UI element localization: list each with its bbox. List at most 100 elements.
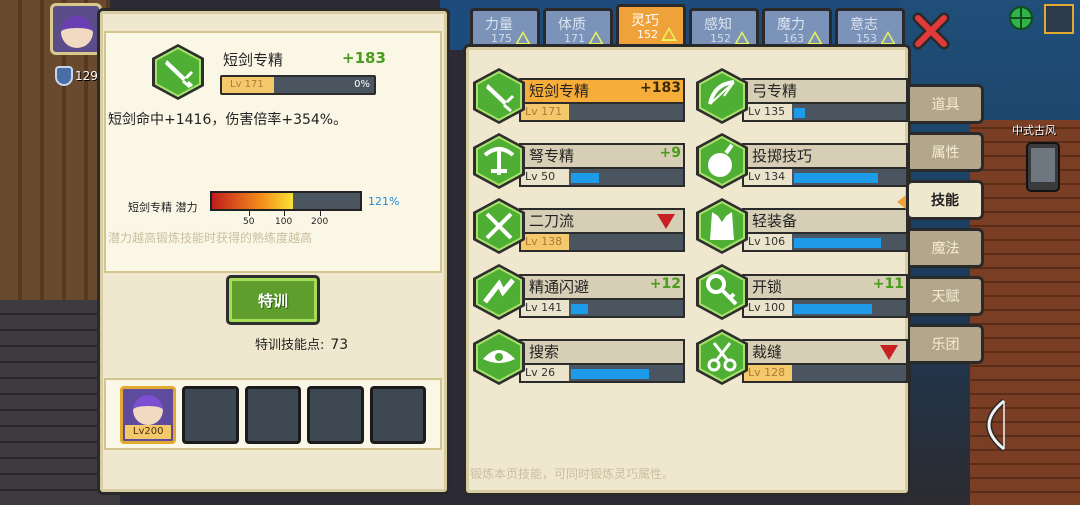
skill-bonus: +12 bbox=[649, 276, 681, 292]
skill-name: 轻装备 bbox=[752, 212, 798, 230]
menu-attributes[interactable]: 属性 bbox=[910, 132, 984, 172]
empty-slot[interactable] bbox=[182, 386, 239, 444]
dagger-icon bbox=[473, 68, 525, 124]
menu-band[interactable]: 乐团 bbox=[910, 324, 984, 364]
detail-progress-bar: Lv 171 0% bbox=[220, 75, 376, 95]
skill-name: 裁缝 bbox=[752, 343, 783, 361]
bow-icon bbox=[696, 68, 748, 124]
empty-slot[interactable] bbox=[307, 386, 364, 444]
network-icon[interactable] bbox=[1006, 4, 1036, 34]
tab-value: 152 bbox=[637, 28, 658, 41]
empty-slot[interactable] bbox=[369, 386, 427, 444]
menu-magic[interactable]: 魔法 bbox=[910, 228, 984, 268]
player-avatar[interactable] bbox=[50, 3, 102, 55]
skill-progress-bar: Lv 50 bbox=[519, 167, 685, 187]
skill-name: 短剑专精 bbox=[529, 82, 590, 100]
potential-note: 潜力越高锻炼技能时获得的熟练度越高 bbox=[108, 231, 313, 245]
tab-label: 力量 bbox=[485, 17, 513, 33]
skill-level: Lv 134 bbox=[744, 169, 792, 185]
skill-level: Lv 100 bbox=[744, 300, 792, 316]
key-icon bbox=[696, 264, 748, 320]
skill-name: 二刀流 bbox=[529, 212, 575, 230]
skill-item[interactable]: 投掷技巧 Lv 134 bbox=[694, 131, 910, 189]
character-portrait bbox=[133, 395, 163, 425]
character-slot[interactable]: Lv200 bbox=[120, 386, 177, 444]
character-level: Lv200 bbox=[125, 425, 172, 439]
side-menu: 道具 属性 技能 魔法 天赋 乐团 bbox=[897, 84, 984, 364]
menu-talent[interactable]: 天赋 bbox=[910, 276, 984, 316]
empty-slot[interactable] bbox=[244, 386, 302, 444]
skill-item[interactable]: 二刀流 Lv 138 bbox=[471, 196, 687, 254]
skill-level: Lv 141 bbox=[521, 300, 569, 316]
skill-name: 搜索 bbox=[529, 343, 560, 361]
down-arrow-icon bbox=[880, 345, 898, 360]
skill-progress-bar: Lv 106 bbox=[742, 232, 908, 252]
phone-icon[interactable] bbox=[1026, 142, 1060, 192]
skill-name: 精通闪避 bbox=[529, 278, 590, 296]
potential-tick: 200 bbox=[311, 211, 329, 227]
skill-level: Lv 171 bbox=[521, 104, 569, 120]
panel-footnote: 锻炼本页技能，可同时锻炼灵巧属性。 bbox=[470, 467, 675, 481]
skill-progress-fill bbox=[571, 369, 649, 379]
skill-progress-bar: Lv 134 bbox=[742, 167, 908, 187]
skill-progress-fill bbox=[571, 173, 599, 183]
skill-progress-bar: Lv 100 bbox=[742, 298, 908, 318]
menu-items[interactable]: 道具 bbox=[910, 84, 984, 124]
skill-item[interactable]: 弓专精 Lv 135 bbox=[694, 66, 910, 124]
dagger-icon bbox=[152, 44, 204, 100]
skill-progress-bar: Lv 135 bbox=[742, 102, 908, 122]
skill-progress-bar: Lv 138 bbox=[519, 232, 685, 252]
skill-bonus: +9 bbox=[659, 145, 681, 161]
skill-level: Lv 50 bbox=[521, 169, 569, 185]
up-arrow-icon bbox=[588, 31, 604, 45]
skill-item[interactable]: 开锁 +11 Lv 100 bbox=[694, 262, 910, 320]
bow-weapon-icon[interactable] bbox=[964, 395, 1024, 455]
skill-item[interactable]: 裁缝 Lv 128 bbox=[694, 327, 910, 385]
up-arrow-icon bbox=[880, 31, 896, 45]
skill-name: 弩专精 bbox=[529, 147, 575, 165]
skill-progress-fill bbox=[794, 173, 878, 183]
up-arrow-icon bbox=[661, 27, 677, 41]
search-eye-icon bbox=[473, 329, 525, 385]
player-level: 129 bbox=[75, 69, 98, 83]
character-slots: Lv200 bbox=[104, 378, 442, 450]
skill-item[interactable]: 弩专精 +9 Lv 50 bbox=[471, 131, 687, 189]
skill-level: Lv 138 bbox=[521, 234, 569, 250]
train-button[interactable]: 特训 bbox=[226, 275, 320, 325]
scissors-icon bbox=[696, 329, 748, 385]
menu-skills[interactable]: 技能 bbox=[897, 180, 984, 220]
tab-label: 体质 bbox=[558, 17, 586, 33]
potential-label: 短剑专精 潜力 bbox=[128, 201, 198, 214]
skill-level: Lv 26 bbox=[521, 365, 569, 381]
exit-button[interactable] bbox=[1044, 4, 1074, 34]
player-level-badge: 129 bbox=[55, 66, 98, 86]
skill-item[interactable]: 短剑专精 +183 Lv 171 bbox=[471, 66, 687, 124]
close-icon[interactable] bbox=[912, 12, 950, 50]
detail-progress-percent: 0% bbox=[354, 79, 370, 90]
detail-skill-name: 短剑专精 bbox=[223, 51, 284, 69]
skill-item[interactable]: 搜索 Lv 26 bbox=[471, 327, 687, 385]
dodge-icon bbox=[473, 264, 525, 320]
skill-item[interactable]: 精通闪避 +12 Lv 141 bbox=[471, 262, 687, 320]
tab-label: 意志 bbox=[850, 17, 878, 33]
skill-progress-bar: Lv 141 bbox=[519, 298, 685, 318]
down-arrow-icon bbox=[657, 214, 675, 229]
training-points: 特训技能点: 73 bbox=[255, 334, 348, 353]
potential-tick: 50 bbox=[243, 211, 255, 227]
dual-swords-icon bbox=[473, 198, 525, 254]
skill-progress-fill bbox=[794, 238, 881, 248]
skill-bonus: +11 bbox=[872, 276, 904, 292]
shield-icon bbox=[55, 66, 73, 86]
skill-level: Lv 106 bbox=[744, 234, 792, 250]
skill-item[interactable]: 轻装备 Lv 106 bbox=[694, 196, 910, 254]
potential-tick: 100 bbox=[275, 211, 293, 227]
potential-percent: 121% bbox=[368, 195, 400, 208]
map-label: 中式古风 bbox=[1012, 124, 1056, 137]
detail-level: Lv 171 bbox=[222, 77, 274, 93]
skill-progress-fill bbox=[571, 304, 588, 314]
skill-progress-fill bbox=[794, 108, 805, 118]
skill-name: 弓专精 bbox=[752, 82, 798, 100]
skill-level: Lv 135 bbox=[744, 104, 792, 120]
potential-fill bbox=[212, 193, 293, 209]
vest-icon bbox=[696, 198, 748, 254]
